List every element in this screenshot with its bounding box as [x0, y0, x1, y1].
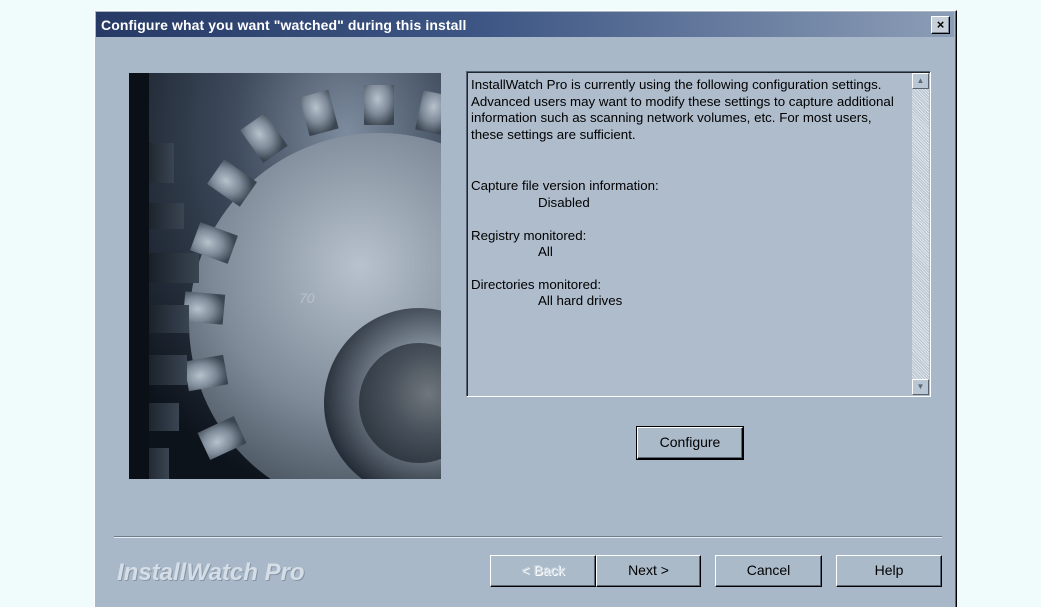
- back-button[interactable]: < Back: [490, 555, 596, 587]
- configure-dialog: Configure what you want "watched" during…: [94, 10, 957, 607]
- help-button[interactable]: Help: [836, 555, 942, 587]
- configure-button[interactable]: Configure: [636, 426, 744, 460]
- gears-illustration: 70: [129, 73, 441, 479]
- setting-label-file-version: Capture file version information:: [471, 178, 659, 194]
- close-button[interactable]: ×: [931, 16, 950, 34]
- svg-text:70: 70: [299, 290, 315, 306]
- scroll-up-icon: ▲: [916, 76, 925, 85]
- scroll-up-button[interactable]: ▲: [912, 73, 929, 89]
- setting-label-directories: Directories monitored:: [471, 276, 602, 292]
- vertical-scrollbar[interactable]: ▲ ▼: [912, 73, 929, 395]
- title-bar[interactable]: Configure what you want "watched" during…: [96, 12, 954, 37]
- configuration-text: InstallWatch Pro is currently using the …: [471, 77, 907, 326]
- window-title: Configure what you want "watched" during…: [101, 16, 467, 33]
- cancel-button[interactable]: Cancel: [715, 555, 822, 587]
- product-logo-text: InstallWatch Pro: [117, 559, 305, 586]
- footer-divider: [114, 536, 942, 538]
- setting-value-registry: All: [538, 244, 553, 260]
- scroll-down-button[interactable]: ▼: [912, 379, 929, 395]
- configuration-info-panel[interactable]: InstallWatch Pro is currently using the …: [466, 71, 931, 397]
- next-button[interactable]: Next >: [596, 555, 701, 587]
- setting-value-directories: All hard drives: [538, 293, 623, 309]
- setting-label-registry: Registry monitored:: [471, 227, 587, 243]
- scroll-down-icon: ▼: [916, 382, 925, 391]
- close-icon: ×: [936, 17, 945, 32]
- intro-text: InstallWatch Pro is currently using the …: [471, 77, 894, 142]
- setting-value-file-version: Disabled: [538, 194, 590, 210]
